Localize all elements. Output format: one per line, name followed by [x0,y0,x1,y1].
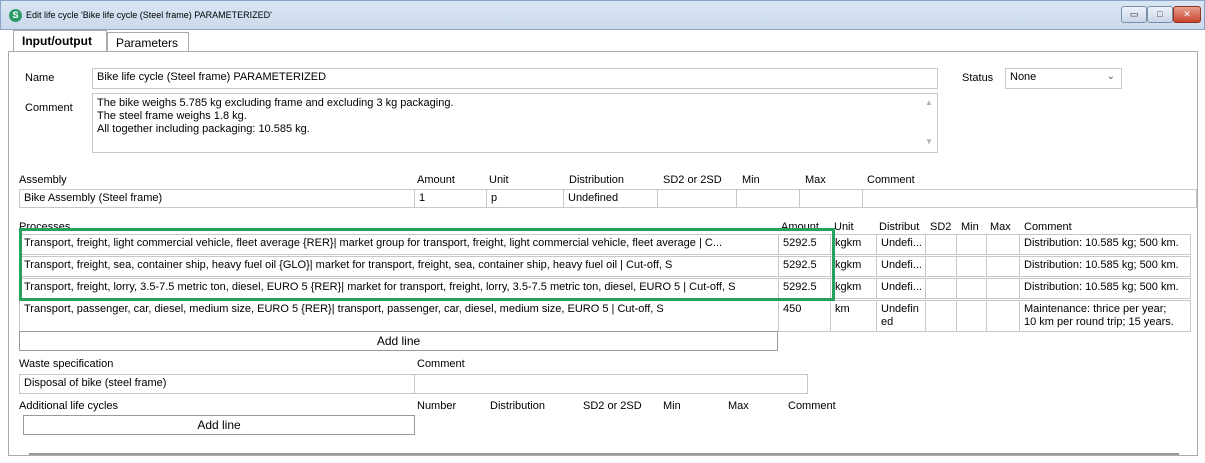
process-sd-cell[interactable] [925,300,957,332]
processes-unit-header: Unit [834,221,854,233]
additional-number-header: Number [417,400,457,412]
process-comment-cell[interactable]: Maintenance: thrice per year; 10 km per … [1019,300,1191,332]
processes-add-line-button[interactable]: Add line [19,331,778,351]
process-unit-cell[interactable]: kgkm [830,234,877,255]
assembly-name-cell[interactable]: Bike Assembly (Steel frame) [19,189,415,208]
process-distribution-cell[interactable]: Undefi... [876,256,926,277]
process-comment-cell[interactable]: Distribution: 10.585 kg; 500 km. [1019,256,1191,277]
additional-add-line-button[interactable]: Add line [23,415,415,435]
process-amount-cell[interactable]: 5292.5 [778,234,831,255]
comment-line: All together including packaging: 10.585… [97,123,310,135]
name-label: Name [25,72,55,84]
distribution-line: Undefin [881,303,919,315]
processes-amount-header: Amount [781,221,819,233]
process-unit-cell[interactable]: kgkm [830,278,877,299]
minimize-button[interactable]: ▭ [1121,6,1147,23]
tab-parameters[interactable]: Parameters [107,32,189,52]
title-bar: S Edit life cycle 'Bike life cycle (Stee… [0,0,1205,30]
process-max-cell[interactable] [986,278,1020,299]
close-button[interactable]: ✕ [1173,6,1201,23]
assembly-sd-cell[interactable] [657,189,737,208]
status-label: Status [962,72,994,84]
comment-textarea[interactable]: The bike weighs 5.785 kg excluding frame… [92,93,938,153]
process-name-cell[interactable]: Transport, passenger, car, diesel, mediu… [19,300,779,332]
process-comment-cell[interactable]: Distribution: 10.585 kg; 500 km. [1019,278,1191,299]
assembly-min-cell[interactable] [736,189,800,208]
process-max-cell[interactable] [986,234,1020,255]
app-icon: S [9,9,22,22]
process-distribution-cell[interactable]: Undefi... [876,278,926,299]
process-unit-cell[interactable]: kgkm [830,256,877,277]
additional-header: Additional life cycles [19,400,119,412]
additional-sd-header: SD2 or 2SD [583,400,642,412]
process-distribution-cell[interactable]: Undefin ed [876,300,926,332]
tab-input-output[interactable]: Input/output [13,30,107,52]
additional-distribution-header: Distribution [490,400,546,412]
comment-line: The steel frame weighs 1.8 kg. [97,110,247,122]
assembly-comment-header: Comment [867,174,915,186]
assembly-distribution-cell[interactable]: Undefined [563,189,658,208]
comment-line: Maintenance: thrice per year; [1024,303,1167,315]
main-panel: Name Bike life cycle (Steel frame) PARAM… [8,51,1198,456]
comment-line: 10 km per round trip; 15 years. [1024,316,1174,328]
additional-comment-header: Comment [788,400,836,412]
processes-distribution-header: Distribut [879,221,920,233]
distribution-line: ed [881,316,894,328]
process-min-cell[interactable] [956,278,987,299]
assembly-max-header: Max [805,174,826,186]
assembly-amount-header: Amount [417,174,455,186]
status-value: None [1010,71,1037,83]
process-amount-cell[interactable]: 5292.5 [778,256,831,277]
waste-comment-header: Comment [417,358,465,370]
assembly-unit-cell[interactable]: p [486,189,564,208]
assembly-max-cell[interactable] [799,189,863,208]
comment-line: The bike weighs 5.785 kg excluding frame… [97,97,454,109]
assembly-unit-header: Unit [489,174,509,186]
additional-max-header: Max [728,400,749,412]
process-sd-cell[interactable] [925,234,957,255]
additional-min-header: Min [663,400,681,412]
waste-header: Waste specification [19,358,114,370]
process-distribution-cell[interactable]: Undefi... [876,234,926,255]
process-min-cell[interactable] [956,300,987,332]
chevron-down-icon: ⌄ [1106,71,1115,82]
waste-comment-cell[interactable] [414,374,808,394]
comment-label: Comment [25,102,73,114]
assembly-sd-header: SD2 or 2SD [663,174,722,186]
process-sd-cell[interactable] [925,256,957,277]
status-select[interactable]: None ⌄ [1005,68,1122,89]
processes-comment-header: Comment [1024,221,1072,233]
maximize-button[interactable]: □ [1147,6,1173,23]
process-amount-cell[interactable]: 5292.5 [778,278,831,299]
process-min-cell[interactable] [956,256,987,277]
process-max-cell[interactable] [986,300,1020,332]
processes-header: Processes [19,221,71,233]
process-min-cell[interactable] [956,234,987,255]
process-comment-cell[interactable]: Distribution: 10.585 kg; 500 km. [1019,234,1191,255]
assembly-min-header: Min [742,174,760,186]
assembly-header: Assembly [19,174,67,186]
window-title: Edit life cycle 'Bike life cycle (Steel … [26,10,272,20]
waste-name-cell[interactable]: Disposal of bike (steel frame) [19,374,415,394]
process-amount-cell[interactable]: 450 [778,300,831,332]
horizontal-scrollbar[interactable] [29,453,1179,455]
processes-max-header: Max [990,221,1011,233]
assembly-distribution-header: Distribution [569,174,625,186]
process-name-cell[interactable]: Transport, freight, light commercial veh… [19,234,779,255]
process-name-cell[interactable]: Transport, freight, sea, container ship,… [19,256,779,277]
name-input[interactable]: Bike life cycle (Steel frame) PARAMETERI… [92,68,938,89]
comment-scrollbar[interactable]: ▲ ▼ [923,96,935,150]
assembly-comment-cell[interactable] [862,189,1197,208]
process-name-cell[interactable]: Transport, freight, lorry, 3.5-7.5 metri… [19,278,779,299]
assembly-amount-cell[interactable]: 1 [414,189,487,208]
process-unit-cell[interactable]: km [830,300,877,332]
processes-min-header: Min [961,221,979,233]
processes-sd-header: SD2 [930,221,952,233]
process-max-cell[interactable] [986,256,1020,277]
process-sd-cell[interactable] [925,278,957,299]
